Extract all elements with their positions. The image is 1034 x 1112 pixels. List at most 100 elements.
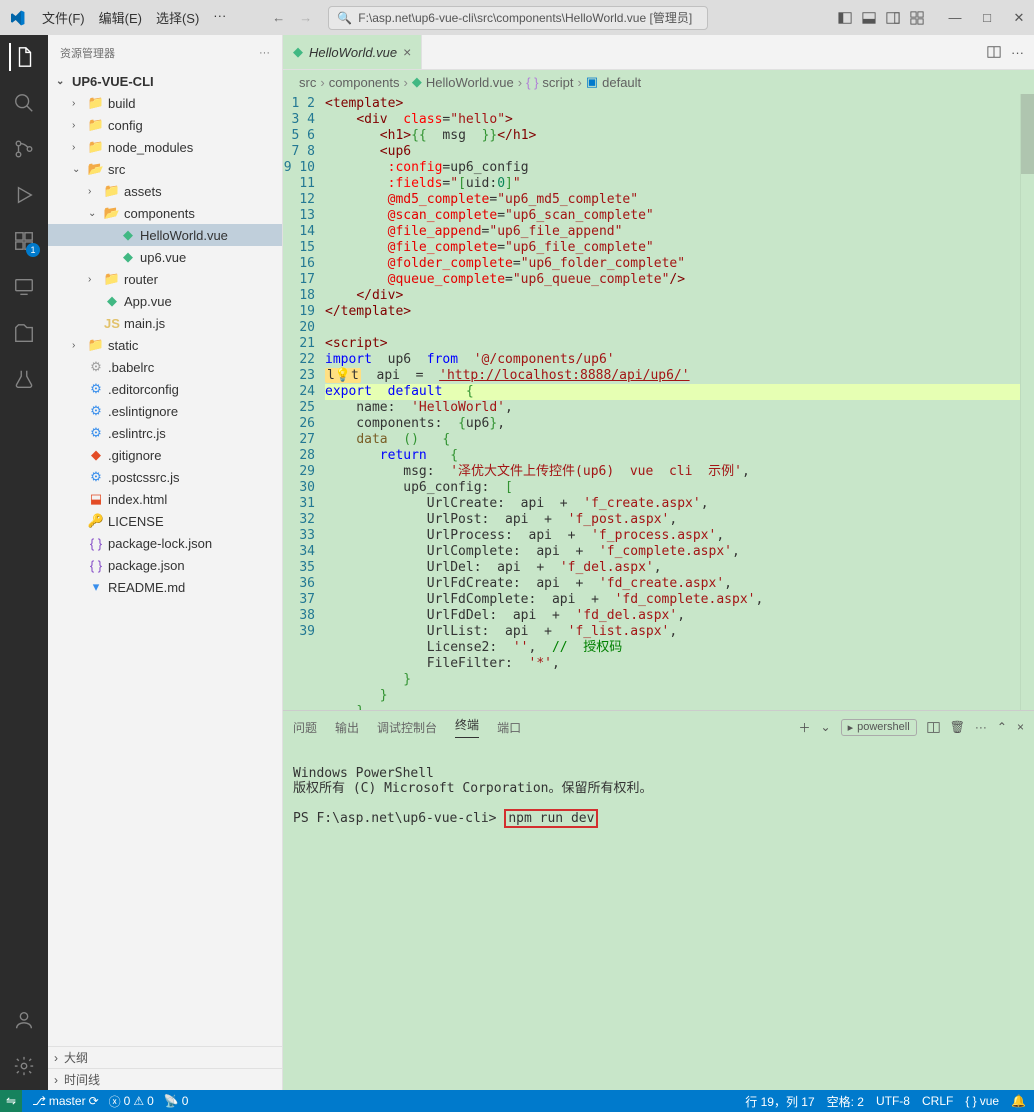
menu-more[interactable]: ··· — [213, 8, 226, 27]
git-branch[interactable]: ⎇ master ⟳ — [32, 1094, 99, 1108]
editor-more-icon[interactable]: ··· — [1011, 45, 1024, 60]
language-mode[interactable]: { } vue — [965, 1094, 999, 1108]
breadcrumb[interactable]: src› components› ◆ HelloWorld.vue› { } s… — [283, 70, 1034, 94]
tree-item[interactable]: ⌄📂src — [48, 158, 282, 180]
tree-item[interactable]: ›📁router — [48, 268, 282, 290]
command-center[interactable]: 🔍 F:\asp.net\up6-vue-cli\src\components\… — [328, 6, 708, 30]
tree-item[interactable]: ▾README.md — [48, 576, 282, 598]
cursor-position[interactable]: 行 19，列 17 — [745, 1093, 814, 1110]
search-icon: 🔍 — [337, 11, 352, 25]
layout-customize-icon[interactable] — [910, 11, 924, 25]
tree-item[interactable]: { }package-lock.json — [48, 532, 282, 554]
command-center-text: F:\asp.net\up6-vue-cli\src\components\He… — [358, 9, 692, 26]
code-body[interactable]: <template> <div class="hello"> <h1>{{ ms… — [325, 94, 1020, 710]
tree-item[interactable]: ◆App.vue — [48, 290, 282, 312]
activity-account-icon[interactable] — [10, 1006, 38, 1034]
tab-helloworld[interactable]: ◆ HelloWorld.vue × — [283, 35, 422, 69]
activity-extensions-icon[interactable] — [10, 227, 38, 255]
activity-settings-icon[interactable] — [10, 1052, 38, 1080]
notifications-icon[interactable]: 🔔 — [1011, 1094, 1026, 1108]
tree-item[interactable]: ◆HelloWorld.vue — [48, 224, 282, 246]
problems-count[interactable]: ⓧ 0 ⚠ 0 — [109, 1093, 154, 1110]
chevron-right-icon: › — [54, 1073, 58, 1087]
chevron-icon: › — [72, 142, 84, 153]
minimap[interactable] — [1020, 94, 1034, 710]
tab-label: HelloWorld.vue — [309, 45, 397, 60]
activity-scm-icon[interactable] — [10, 135, 38, 163]
window-close-icon[interactable]: ✕ — [1012, 10, 1026, 26]
eol[interactable]: CRLF — [922, 1094, 953, 1108]
chevron-icon: › — [72, 120, 84, 131]
vue-icon: ◆ — [412, 74, 422, 90]
editor[interactable]: 1 2 3 4 5 6 7 8 9 10 11 12 13 14 15 16 1… — [283, 94, 1034, 710]
activity-test-icon[interactable] — [10, 365, 38, 393]
ports-count[interactable]: 📡 0 — [164, 1094, 189, 1108]
encoding[interactable]: UTF-8 — [876, 1094, 910, 1108]
tree-item[interactable]: ◆up6.vue — [48, 246, 282, 268]
tree-item[interactable]: ◆.gitignore — [48, 444, 282, 466]
panel-tab-ports[interactable]: 端口 — [497, 719, 521, 736]
project-root[interactable]: ⌄ UP6-VUE-CLI — [48, 70, 282, 92]
layout-bottom-icon[interactable] — [862, 11, 876, 25]
terminal-more-icon[interactable]: ··· — [975, 720, 987, 734]
terminal-body[interactable]: Windows PowerShell 版权所有 (C) Microsoft Co… — [283, 743, 1034, 1090]
layout-left-icon[interactable] — [838, 11, 852, 25]
tree-item[interactable]: ›📁node_modules — [48, 136, 282, 158]
tree-item[interactable]: 🔑LICENSE — [48, 510, 282, 532]
tree-item[interactable]: ⚙.eslintrc.js — [48, 422, 282, 444]
panel-tab-output[interactable]: 输出 — [335, 719, 359, 736]
sidebar-more-icon[interactable]: ··· — [259, 47, 270, 59]
terminal-dropdown-icon[interactable]: ⌄ — [821, 720, 831, 734]
tree-item[interactable]: ⚙.babelrc — [48, 356, 282, 378]
tree-item[interactable]: ›📁build — [48, 92, 282, 114]
panel-tab-problems[interactable]: 问题 — [293, 719, 317, 736]
activity-search-icon[interactable] — [10, 89, 38, 117]
tree-item[interactable]: { }package.json — [48, 554, 282, 576]
activity-debug-icon[interactable] — [10, 181, 38, 209]
chevron-icon: › — [88, 186, 100, 197]
window-minimize-icon[interactable]: — — [948, 10, 962, 26]
minimap-thumb[interactable] — [1021, 94, 1034, 174]
chevron-icon: › — [72, 98, 84, 109]
tree-item[interactable]: ›📁assets — [48, 180, 282, 202]
chevron-down-icon: ⌄ — [56, 76, 68, 87]
tree-item[interactable]: ›📁config — [48, 114, 282, 136]
menu-select[interactable]: 选择(S) — [156, 8, 199, 27]
close-icon[interactable]: × — [403, 44, 411, 60]
tree-item[interactable]: ⚙.eslintignore — [48, 400, 282, 422]
menu-file[interactable]: 文件(F) — [42, 8, 85, 27]
panel-maximize-icon[interactable]: ⌃ — [997, 720, 1007, 734]
activity-remote-icon[interactable] — [10, 273, 38, 301]
nav-forward-icon[interactable]: → — [299, 10, 312, 25]
remote-indicator[interactable]: ⇋ — [0, 1090, 22, 1112]
line-gutter: 1 2 3 4 5 6 7 8 9 10 11 12 13 14 15 16 1… — [283, 94, 325, 710]
chevron-icon: › — [88, 274, 100, 285]
terminal-new-icon[interactable]: ＋ — [798, 719, 810, 736]
tree-item[interactable]: ›📁static — [48, 334, 282, 356]
sidebar-title: 资源管理器 — [60, 45, 115, 61]
chevron-icon: ⌄ — [88, 208, 100, 219]
terminal-kill-icon[interactable]: 🗑 — [950, 720, 965, 734]
panel-tab-debug[interactable]: 调试控制台 — [377, 719, 437, 736]
tree-item[interactable]: JSmain.js — [48, 312, 282, 334]
terminal-split-icon[interactable] — [927, 721, 940, 734]
tree-item[interactable]: ⚙.postcssrc.js — [48, 466, 282, 488]
panel-close-icon[interactable]: × — [1017, 720, 1024, 734]
panel-tabs: 问题 输出 调试控制台 终端 端口 ＋ ⌄ ▸ powershell 🗑 ···… — [283, 711, 1034, 743]
tree-item[interactable]: ⌄📂components — [48, 202, 282, 224]
explorer-tree[interactable]: ⌄ UP6-VUE-CLI ›📁build›📁config›📁node_modu… — [48, 70, 282, 1046]
window-maximize-icon[interactable]: □ — [980, 10, 994, 26]
panel-tab-terminal[interactable]: 终端 — [455, 716, 479, 738]
timeline-section[interactable]: › 时间线 — [48, 1068, 282, 1090]
menu-edit[interactable]: 编辑(E) — [99, 8, 142, 27]
tree-item[interactable]: ⚙.editorconfig — [48, 378, 282, 400]
activity-explorer-icon[interactable] — [9, 43, 37, 71]
tree-item[interactable]: ⬓index.html — [48, 488, 282, 510]
layout-right-icon[interactable] — [886, 11, 900, 25]
nav-back-icon[interactable]: ← — [272, 10, 285, 25]
activity-project-icon[interactable] — [10, 319, 38, 347]
terminal-shell-select[interactable]: ▸ powershell — [841, 719, 917, 736]
split-editor-icon[interactable] — [987, 45, 1001, 59]
indent[interactable]: 空格: 2 — [827, 1093, 864, 1110]
outline-section[interactable]: › 大纲 — [48, 1046, 282, 1068]
